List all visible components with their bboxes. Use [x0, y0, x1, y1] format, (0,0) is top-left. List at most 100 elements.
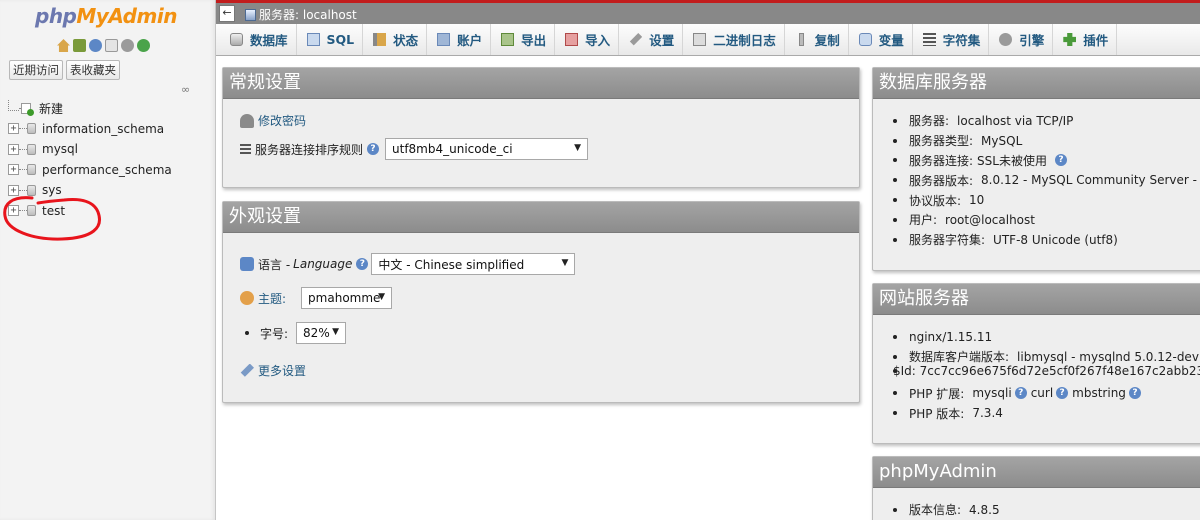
charset-icon	[922, 33, 936, 46]
help-icon[interactable]: ?	[1014, 387, 1027, 400]
phpmyadmin-panel: phpMyAdmin 版本信息: 4.8.5	[872, 456, 1200, 520]
red-circle-annotation	[3, 196, 101, 241]
panel-title: 常规设置	[223, 68, 859, 99]
phpmyadmin-logo[interactable]: phpMyAdmin	[35, 4, 177, 28]
menu-variables[interactable]: 变量	[849, 24, 913, 55]
list-item: 服务器: localhost via TCP/IP	[893, 111, 1200, 131]
status-icon	[373, 33, 387, 46]
list-item-continued: $Id: 7cc7cc96e675f6d72e5cf0f267f48e167c2…	[893, 362, 1200, 382]
engine-icon	[999, 33, 1013, 46]
menu-engines[interactable]: 引擎	[989, 24, 1054, 55]
collation-icon	[240, 144, 251, 154]
home-icon[interactable]	[57, 39, 70, 52]
tree-db-label[interactable]: information_schema	[42, 122, 164, 136]
gear-icon[interactable]	[121, 39, 134, 52]
list-item: 版本信息: 4.8.5	[893, 500, 1000, 520]
expand-icon[interactable]: +	[8, 164, 19, 176]
theme-select[interactable]: pmahomme ▼	[301, 287, 393, 309]
help-icon[interactable]: ?	[1128, 387, 1141, 400]
replication-icon	[798, 33, 804, 46]
menu-replication[interactable]: 复制	[785, 24, 849, 55]
dropdown-arrow-icon: ▼	[561, 258, 569, 268]
breadcrumb[interactable]: 服务器: localhost	[245, 6, 357, 23]
expand-icon[interactable]: +	[8, 123, 19, 135]
link-icon[interactable]: ∞	[181, 83, 190, 96]
menu-export[interactable]: 导出	[491, 24, 556, 55]
menu-databases[interactable]: 数据库	[216, 24, 297, 55]
import-icon	[565, 33, 579, 46]
more-settings-row: 更多设置	[240, 362, 306, 379]
language-select[interactable]: 中文 - Chinese simplified ▼	[371, 253, 576, 275]
plugin-icon	[1063, 33, 1077, 46]
theme-link[interactable]: 主题:	[258, 290, 286, 307]
bullet	[245, 331, 249, 335]
database-server-panel: 数据库服务器 服务器: localhost via TCP/IP 服务器类型: My…	[872, 67, 1200, 271]
menu-accounts[interactable]: 账户	[427, 24, 492, 55]
change-password-link[interactable]: 修改密码	[258, 112, 306, 129]
password-icon	[240, 113, 254, 128]
general-settings-panel: 常规设置 修改密码 服务器连接排序规则 ? utf8mb4_unicode_ci…	[222, 67, 860, 188]
docs-icon[interactable]	[89, 39, 102, 52]
menu-sql[interactable]: SQL	[297, 24, 364, 55]
help-icon[interactable]: ?	[367, 143, 380, 155]
theme-icon	[240, 291, 254, 305]
fontsize-select[interactable]: 82% ▼	[296, 322, 347, 344]
sql-docs-icon[interactable]	[105, 39, 118, 52]
language-row: 语言 - Language ? 中文 - Chinese simplified ▼	[240, 253, 576, 275]
list-item: PHP 扩展: mysqli? curl? mbstring?	[893, 383, 1200, 403]
binlog-icon	[693, 33, 707, 46]
tree-db-label[interactable]: mysql	[42, 142, 78, 156]
collation-select[interactable]: utf8mb4_unicode_ci ▼	[385, 138, 589, 160]
help-icon[interactable]: ?	[1056, 387, 1069, 400]
help-icon[interactable]: ?	[356, 258, 369, 270]
list-item: 服务器类型: MySQL	[893, 131, 1200, 151]
list-item: 协议版本: 10	[893, 190, 1200, 210]
tree-new[interactable]: 新建	[8, 98, 172, 119]
help-icon[interactable]: ?	[1054, 154, 1067, 167]
menu-status[interactable]: 状态	[363, 24, 428, 55]
fontsize-label: 字号:	[260, 326, 289, 341]
collapse-nav-button[interactable]: ←	[219, 5, 235, 22]
collation-row: 服务器连接排序规则 ? utf8mb4_unicode_ci ▼	[240, 138, 589, 160]
breadcrumb-server[interactable]: 服务器: localhost	[259, 6, 357, 23]
menu-plugins[interactable]: 插件	[1053, 24, 1118, 55]
favorites-tab[interactable]: 表收藏夹	[66, 60, 120, 80]
language-icon	[240, 257, 254, 271]
collation-label: 服务器连接排序规则	[255, 142, 364, 157]
reload-icon[interactable]	[137, 39, 150, 52]
tree-db-information-schema[interactable]: + information_schema	[8, 119, 172, 140]
dropdown-arrow-icon: ▼	[574, 143, 582, 153]
nav-tabs: 近期访问 表收藏夹	[9, 60, 120, 80]
database-icon	[230, 33, 243, 46]
tree-db-mysql[interactable]: + mysql	[8, 139, 172, 160]
menu-binlog[interactable]: 二进制日志	[683, 24, 785, 55]
language-label-en: Language	[293, 257, 353, 271]
fontsize-row: 字号: 82% ▼	[245, 322, 347, 344]
tree-db-label[interactable]: performance_schema	[42, 163, 172, 177]
recent-tab[interactable]: 近期访问	[9, 60, 63, 80]
sql-icon	[306, 33, 320, 46]
web-server-panel: 网站服务器 nginx/1.15.11 数据库客户端版本: libmysql - …	[872, 283, 1200, 444]
more-settings-link[interactable]: 更多设置	[258, 362, 306, 379]
list-item: 用户: root@localhost	[893, 210, 1200, 230]
list-item: 服务器字符集: UTF-8 Unicode (utf8)	[893, 230, 1200, 250]
navigation-panel: phpMyAdmin 近期访问 表收藏夹 ∞ 新建 + information_…	[0, 0, 216, 520]
server-menu: 数据库 SQL 状态 账户 导出 导入 设置 二进制日志 复制 变量 字符集 引…	[216, 24, 1200, 56]
menu-settings[interactable]: 设置	[619, 24, 684, 55]
panel-title: 数据库服务器	[873, 68, 1200, 99]
panel-title: 外观设置	[223, 202, 859, 233]
dropdown-arrow-icon: ▼	[378, 292, 386, 302]
web-server-info: nginx/1.15.11 数据库客户端版本: libmysql - mysqln…	[893, 327, 1200, 423]
panel-title: 网站服务器	[873, 284, 1200, 315]
tree-db-performance-schema[interactable]: + performance_schema	[8, 160, 172, 181]
server-icon	[245, 8, 256, 21]
change-password-row: 修改密码	[240, 112, 306, 129]
menu-import[interactable]: 导入	[555, 24, 620, 55]
expand-icon[interactable]: +	[8, 143, 19, 155]
database-server-info: 服务器: localhost via TCP/IP 服务器类型: MySQL 服务器…	[893, 111, 1200, 250]
tree-new-label: 新建	[39, 101, 64, 116]
menu-charset[interactable]: 字符集	[913, 24, 990, 55]
language-label: 语言 -	[258, 257, 291, 272]
logout-icon[interactable]	[73, 39, 86, 52]
phpmyadmin-info: 版本信息: 4.8.5	[893, 500, 1000, 520]
